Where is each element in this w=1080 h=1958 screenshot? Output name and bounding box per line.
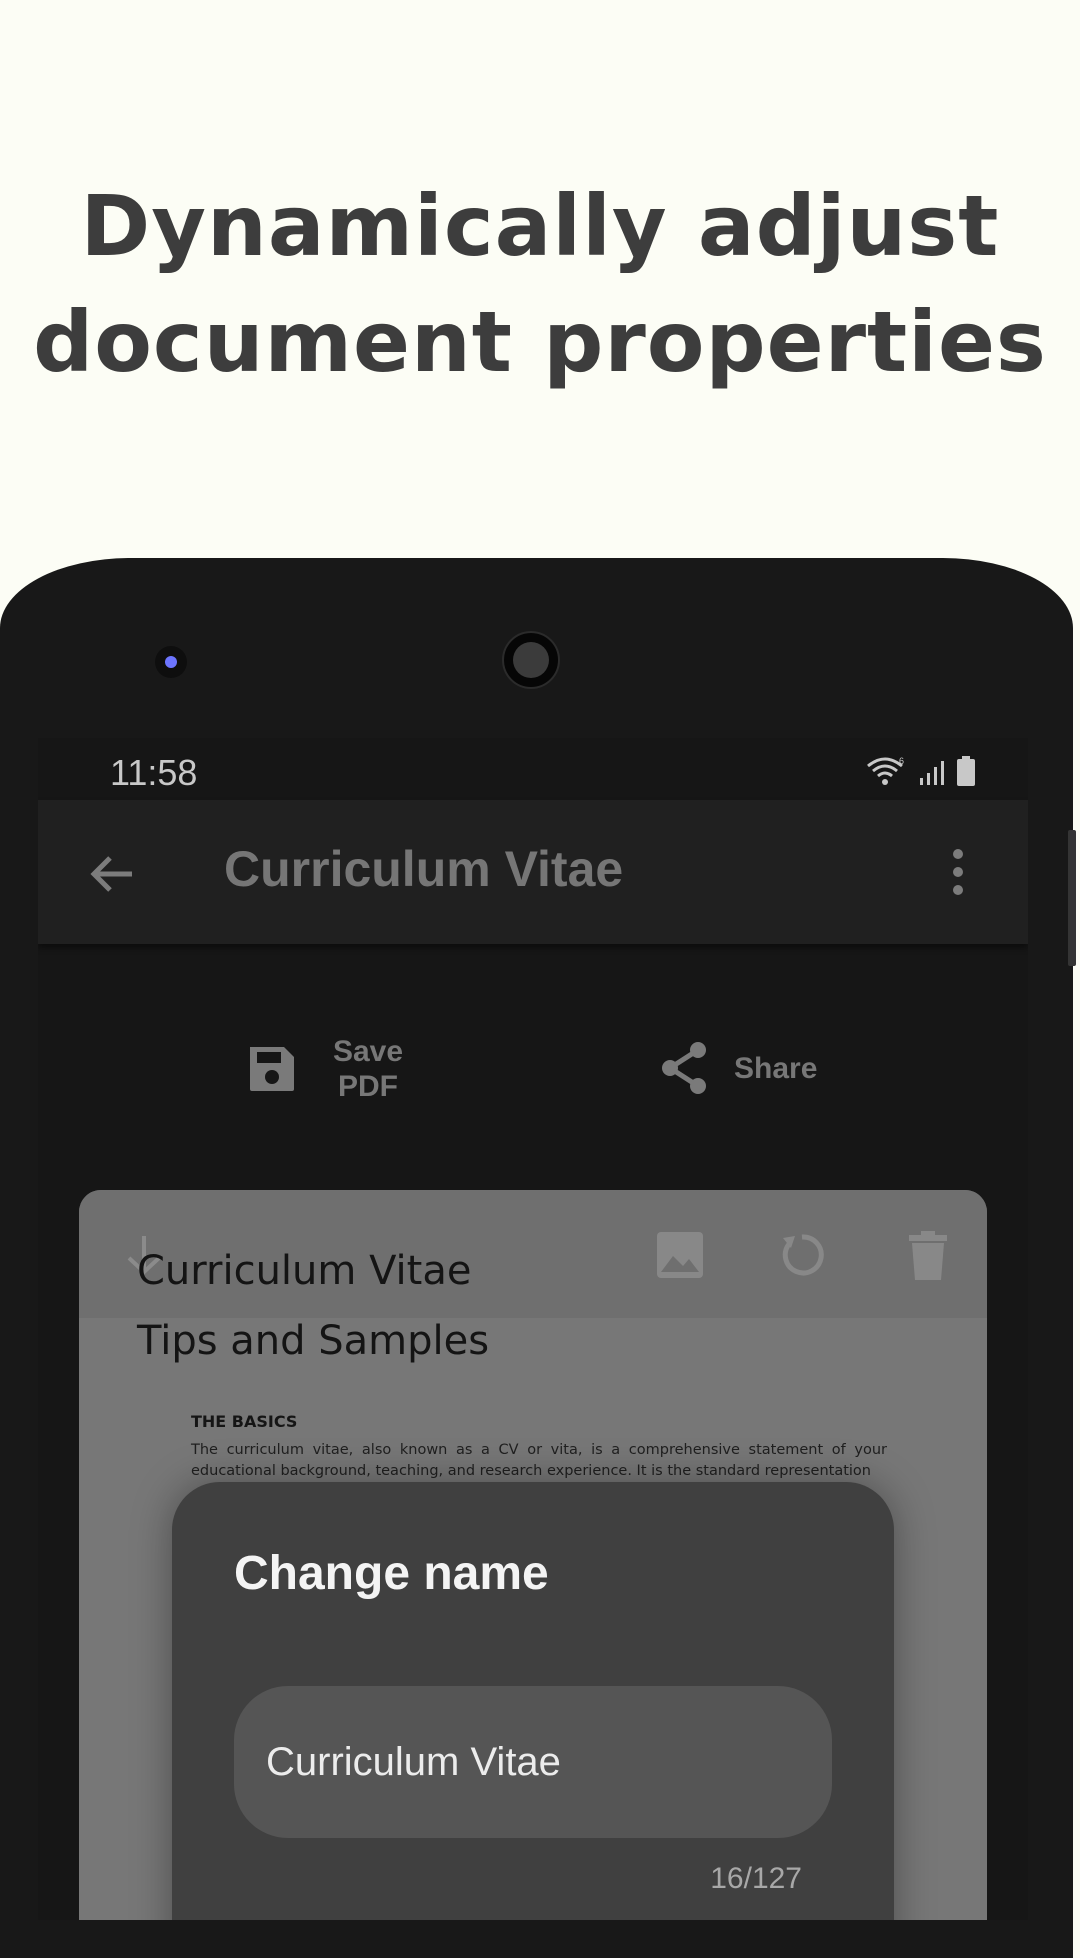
share-button[interactable]: Share — [658, 1040, 817, 1096]
character-counter: 16/127 — [710, 1862, 802, 1895]
status-time: 11:58 — [110, 752, 198, 793]
save-pdf-label: Save PDF — [332, 1035, 404, 1103]
image-icon[interactable] — [653, 1228, 707, 1282]
dialog-title: Change name — [234, 1547, 549, 1600]
wifi-icon: 6 — [867, 756, 904, 785]
document-title: Curriculum Vitae — [137, 1248, 472, 1294]
share-label: Share — [734, 1051, 818, 1085]
floppy-disk-icon — [250, 1047, 294, 1091]
more-vertical-icon[interactable] — [938, 844, 978, 900]
headline-line-2: document properties — [33, 293, 1047, 391]
front-camera-icon — [502, 631, 560, 689]
arrow-left-icon[interactable] — [84, 846, 140, 902]
front-sensor-icon — [155, 646, 187, 678]
share-icon — [662, 1042, 706, 1094]
status-bar: 11:58 6 — [38, 738, 1028, 800]
name-input[interactable] — [234, 1686, 832, 1838]
rotate-icon[interactable] — [775, 1228, 829, 1282]
app-title: Curriculum Vitae — [224, 841, 624, 897]
app-bar: Curriculum Vitae — [38, 800, 1028, 944]
document-body-text: The curriculum vitae, also known as a CV… — [191, 1442, 887, 1479]
phone-side-button — [1068, 830, 1076, 966]
document-subtitle: Tips and Samples — [137, 1318, 490, 1364]
document-section-heading: THE BASICS — [191, 1412, 298, 1431]
trash-icon[interactable] — [901, 1228, 955, 1282]
change-name-dialog: Change name 16/127 — [172, 1482, 894, 1920]
headline: Dynamically adjust document properties — [0, 168, 1080, 400]
phone-screen: 11:58 6 Curriculum Vitae Save PDF Share … — [38, 738, 1028, 1920]
save-pdf-button[interactable]: Save PDF — [246, 1034, 408, 1104]
signal-icon — [920, 761, 944, 785]
headline-line-1: Dynamically adjust — [80, 177, 1000, 275]
action-row: Save PDF Share — [38, 944, 1028, 1184]
battery-icon — [957, 756, 975, 786]
svg-text:6: 6 — [899, 756, 904, 766]
